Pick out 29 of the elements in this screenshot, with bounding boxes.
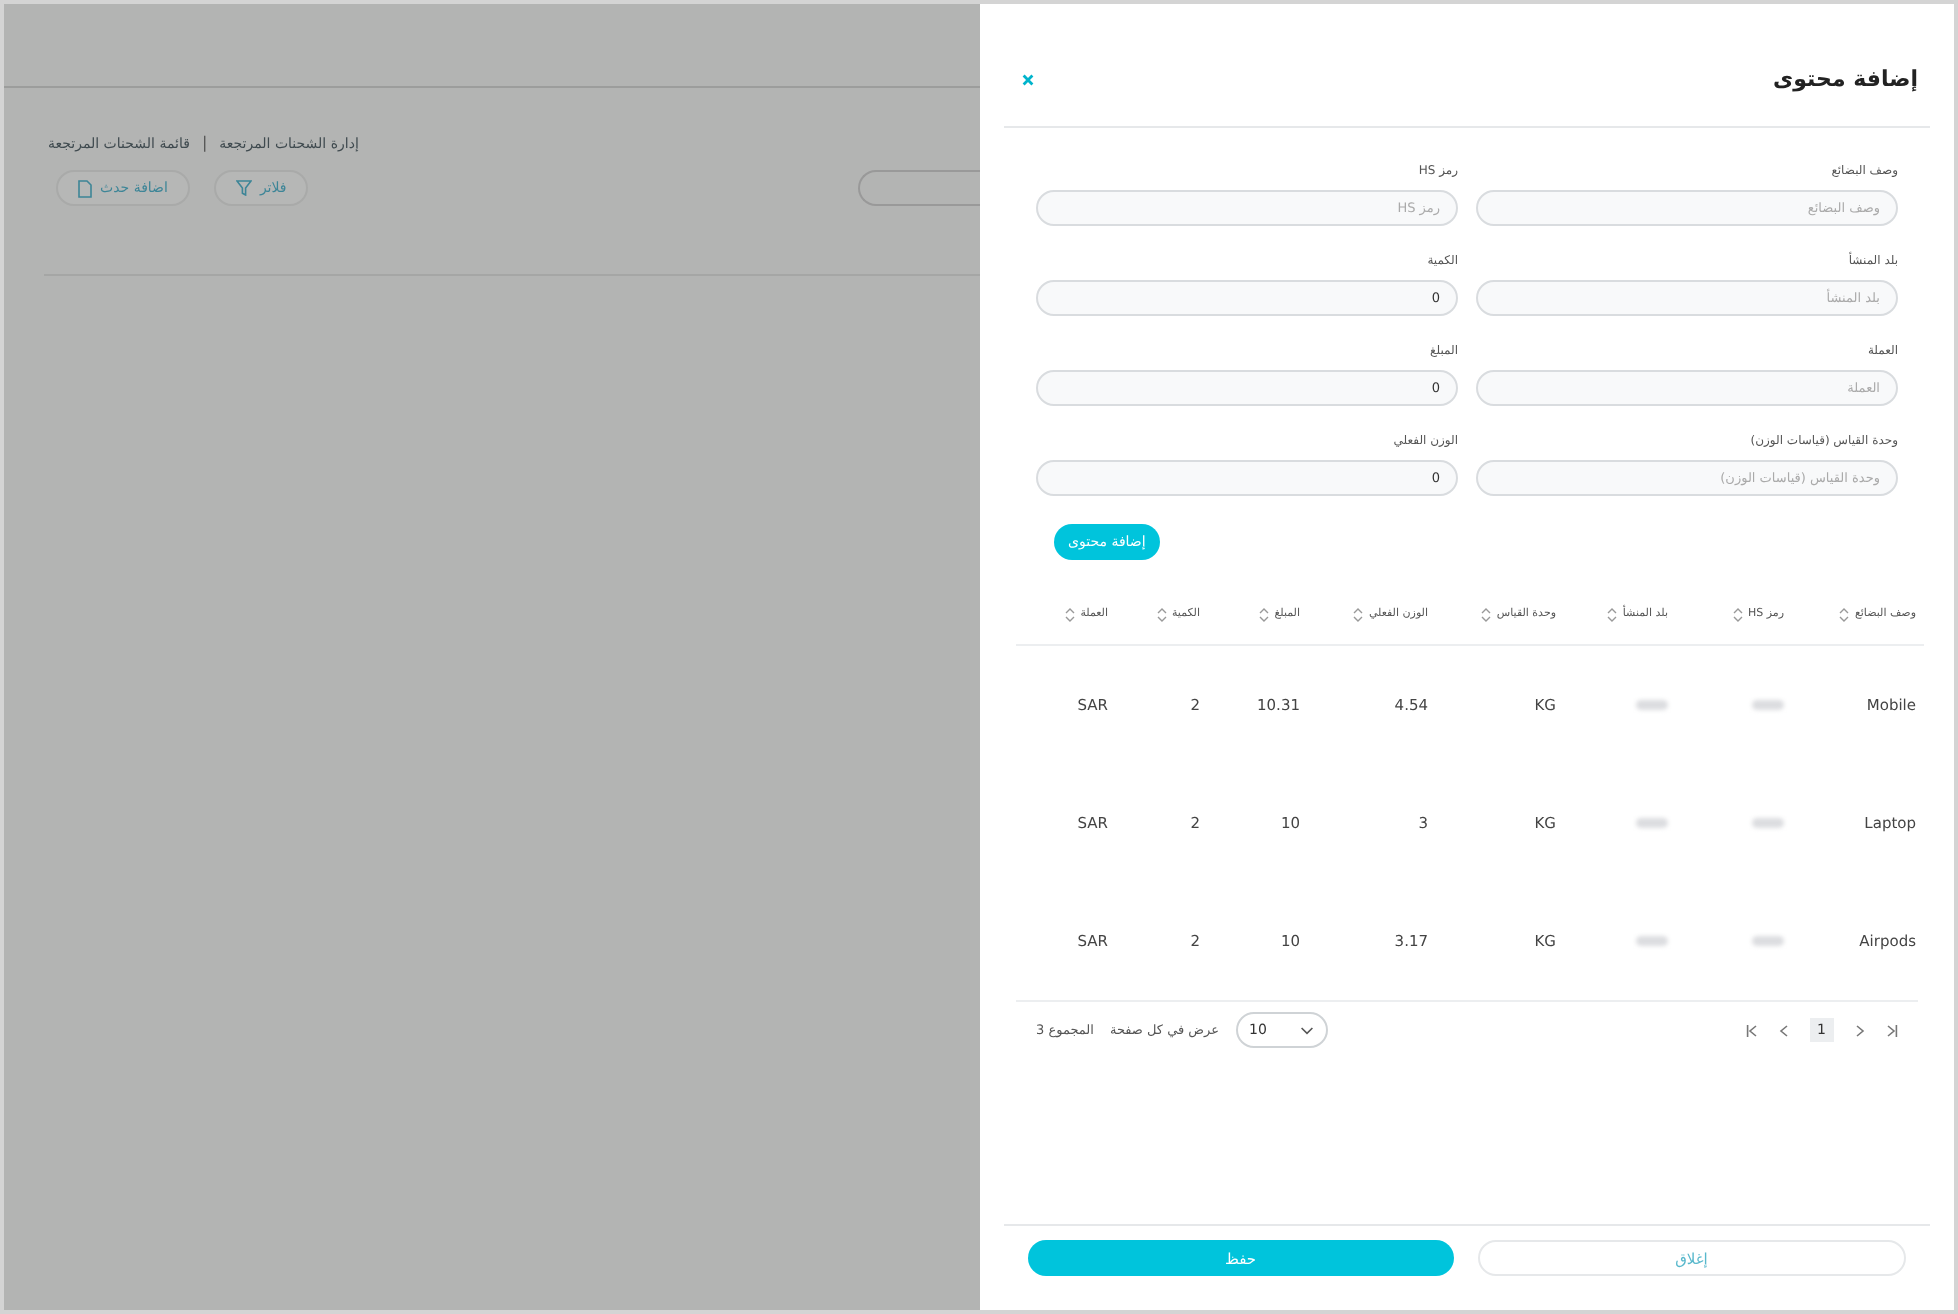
last-page-button[interactable]	[1886, 1023, 1898, 1037]
blurred-text	[1752, 700, 1784, 710]
last-page-icon	[1886, 1023, 1898, 1037]
drawer-title: إضافة محتوى	[1773, 66, 1918, 92]
first-page-icon	[1745, 1023, 1758, 1037]
close-button[interactable]	[1022, 73, 1034, 85]
sort-icon	[1352, 605, 1365, 623]
blurred-text	[1752, 818, 1784, 828]
chevron-right-icon	[1854, 1023, 1866, 1037]
chevron-left-icon	[1777, 1023, 1790, 1037]
previous-page-button[interactable]	[1777, 1023, 1790, 1037]
close-icon	[1022, 73, 1034, 85]
sort-icon	[1064, 605, 1077, 623]
sort-icon	[1155, 605, 1168, 623]
chevron-down-icon	[1299, 1025, 1314, 1035]
next-page-button[interactable]	[1854, 1023, 1866, 1037]
blurred-text	[1636, 700, 1668, 710]
sort-icon	[1731, 605, 1744, 623]
sort-icon	[1838, 605, 1851, 623]
blurred-text	[1752, 936, 1784, 946]
blurred-text	[1636, 818, 1668, 828]
sort-icon	[1258, 605, 1271, 623]
breadcrumb-separator: |	[201, 134, 208, 152]
filter-icon	[235, 180, 252, 196]
sort-icon	[1480, 605, 1493, 623]
sort-icon	[1606, 605, 1619, 623]
document-icon	[78, 179, 92, 197]
first-page-button[interactable]	[1745, 1023, 1758, 1037]
blurred-text	[1636, 936, 1668, 946]
